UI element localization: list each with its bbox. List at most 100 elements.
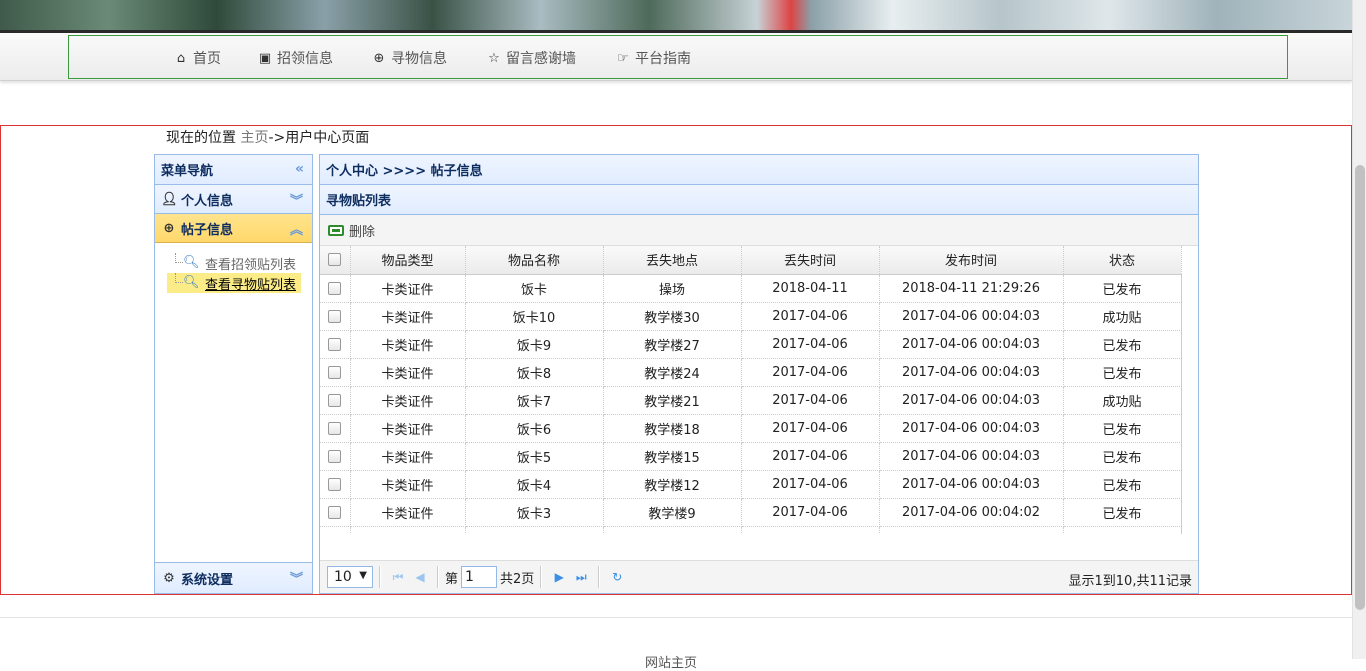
table-cell: 教学楼24: [603, 358, 742, 387]
table-cell: 教学楼12: [603, 470, 742, 499]
refresh-button[interactable]: ↻: [606, 566, 628, 588]
table-row[interactable]: 卡类证件 饭卡4 教学楼12 2017-04-06 2017-04-06 00:04:0…: [320, 470, 1182, 499]
tree-item-lost-list[interactable]: 🔍︎ 查看寻物贴列表: [167, 273, 301, 293]
row-checkbox[interactable]: [328, 281, 342, 295]
pager-separator: [598, 566, 601, 588]
row-checkbox[interactable]: [328, 533, 342, 534]
row-checkbox[interactable]: [328, 393, 342, 407]
first-page-icon: ⏮: [392, 569, 404, 584]
tree-item-label: 查看寻物贴列表: [205, 277, 297, 293]
column-header[interactable]: 物品名称: [465, 246, 604, 275]
table-cell: 饭卡: [465, 274, 604, 303]
row-checkbox[interactable]: [328, 309, 342, 323]
table-cell: 饭卡6: [465, 414, 604, 443]
table-row[interactable]: 卡类证件 饭卡 操场 2018-04-11 2018-04-11 21:29:26 已发布: [320, 274, 1182, 303]
table-cell: 2017-04-06: [741, 358, 880, 387]
nav-item-found[interactable]: ▣ 招领信息: [257, 48, 333, 68]
grid-header-row: 物品类型 物品名称 丢失地点 丢失时间 发布时间 状态: [320, 246, 1182, 275]
table-cell: 教学楼15: [603, 442, 742, 471]
nav-item-home[interactable]: ⌂ 首页: [173, 48, 221, 68]
table-cell: 2017-04-06 00:04:02: [879, 526, 1064, 534]
row-select-cell: [320, 442, 351, 471]
table-row[interactable]: 卡类证件 饭卡6 教学楼18 2017-04-06 2017-04-06 00:04:0…: [320, 414, 1182, 443]
table-cell: 已发布: [1063, 330, 1182, 359]
table-cell: 2017-04-06 00:04:03: [879, 358, 1064, 387]
nav-item-guide[interactable]: ☞ 平台指南: [615, 48, 691, 68]
page-number-input[interactable]: 1: [461, 566, 498, 588]
select-all-checkbox[interactable]: [328, 253, 342, 267]
delete-button[interactable]: 删除: [328, 221, 375, 240]
table-cell: 卡类证件: [350, 386, 466, 415]
page-scrollbar[interactable]: [1352, 0, 1366, 659]
collapse-left-icon[interactable]: «: [295, 161, 304, 177]
expand-down-icon: ︾: [289, 572, 303, 587]
top-banner: [0, 0, 1352, 33]
row-checkbox[interactable]: [328, 477, 342, 491]
table-row[interactable]: 卡类证件 饭卡8 教学楼24 2017-04-06 2017-04-06 00:04:0…: [320, 358, 1182, 387]
nav-item-thanks[interactable]: ☆ 留言感谢墙: [486, 48, 576, 68]
menu-section-personal[interactable]: 👤︎ 个人信息 ︾: [155, 185, 312, 214]
page-size-select[interactable]: 10 ▼: [327, 566, 373, 588]
location-path: ->用户中心页面: [268, 130, 370, 146]
prev-page-button[interactable]: ◀: [409, 566, 431, 588]
location-prefix: 现在的位置: [166, 130, 236, 146]
footer-link[interactable]: 网站主页: [645, 652, 697, 671]
table-cell: 2017-04-06: [741, 302, 880, 331]
table-cell: 2017-04-06 00:04:03: [879, 414, 1064, 443]
first-page-button[interactable]: ⏮: [387, 566, 409, 588]
column-header[interactable]: 丢失时间: [741, 246, 880, 275]
scrollbar-thumb[interactable]: [1355, 165, 1365, 610]
last-page-button[interactable]: ⏭: [570, 566, 592, 588]
nav-item-lost[interactable]: ⊕ 寻物信息: [371, 48, 447, 68]
table-row[interactable]: 卡类证件 饭卡7 教学楼21 2017-04-06 2017-04-06 00:04:0…: [320, 386, 1182, 415]
table-cell: 2017-04-06: [741, 386, 880, 415]
menu-section-label: 个人信息: [181, 193, 234, 209]
table-row[interactable]: 卡类证件 饭卡3 教学楼9 2017-04-06 2017-04-06 00:04:02…: [320, 498, 1182, 527]
row-checkbox[interactable]: [328, 337, 342, 351]
table-cell: 卡类证件: [350, 414, 466, 443]
grid-toolbar: 删除: [320, 215, 1198, 246]
column-header[interactable]: 丢失地点: [603, 246, 742, 275]
nav-item-label: 首页: [193, 51, 221, 67]
page-prefix: 第: [445, 571, 459, 587]
table-cell: 饭卡4: [465, 470, 604, 499]
row-checkbox[interactable]: [328, 421, 342, 435]
table-row[interactable]: 卡类证件 饭卡10 教学楼30 2017-04-06 2017-04-06 00:04:…: [320, 302, 1182, 331]
gear-icon: ⚙: [163, 570, 175, 586]
table-cell: 卡类证件: [350, 442, 466, 471]
table-cell: 教学楼18: [603, 414, 742, 443]
next-page-icon: ▶: [554, 570, 564, 584]
table-cell: 饭卡8: [465, 358, 604, 387]
next-page-button[interactable]: ▶: [548, 566, 570, 588]
table-cell: 操场: [603, 274, 742, 303]
zoom-icon: ⊕: [163, 220, 175, 236]
hand-point-icon: ☞: [617, 50, 629, 66]
table-cell: 2017-04-06: [741, 414, 880, 443]
row-select-cell: [320, 330, 351, 359]
row-select-cell: [320, 274, 351, 303]
table-cell: 已发布: [1063, 498, 1182, 527]
tree-connector: [175, 253, 183, 263]
menu-section-posts[interactable]: ⊕ 帖子信息 ︽: [155, 214, 312, 243]
collapse-up-icon: ︽: [289, 223, 303, 238]
tree-item-found-list[interactable]: 🔍︎ 查看招领贴列表: [167, 253, 301, 273]
menu-section-label: 帖子信息: [181, 222, 234, 238]
row-checkbox[interactable]: [328, 365, 342, 379]
menu-header: 菜单导航 «: [155, 155, 312, 185]
table-cell: 2018-04-11 21:29:26: [879, 274, 1064, 303]
row-checkbox[interactable]: [328, 449, 342, 463]
menu-section-settings[interactable]: ⚙ 系统设置 ︾: [155, 562, 312, 593]
table-row[interactable]: 卡类证件 饭卡5 教学楼15 2017-04-06 2017-04-06 00:04:0…: [320, 442, 1182, 471]
table-row[interactable]: 卡类证件 饭卡9 教学楼27 2017-04-06 2017-04-06 00:04:0…: [320, 330, 1182, 359]
menu-title: 菜单导航: [161, 164, 214, 179]
location-home-link[interactable]: 主页: [240, 130, 268, 146]
table-cell: 饭卡5: [465, 442, 604, 471]
pager-separator: [540, 566, 543, 588]
table-row[interactable]: 卡类证件饭卡2教学楼62017-04-062017-04-06 00:04:02…: [320, 526, 1182, 534]
row-select-cell: [320, 526, 351, 534]
column-header[interactable]: 发布时间: [879, 246, 1064, 275]
prev-page-icon: ◀: [415, 570, 425, 584]
column-header[interactable]: 状态: [1063, 246, 1182, 275]
column-header[interactable]: 物品类型: [350, 246, 466, 275]
row-checkbox[interactable]: [328, 505, 342, 519]
